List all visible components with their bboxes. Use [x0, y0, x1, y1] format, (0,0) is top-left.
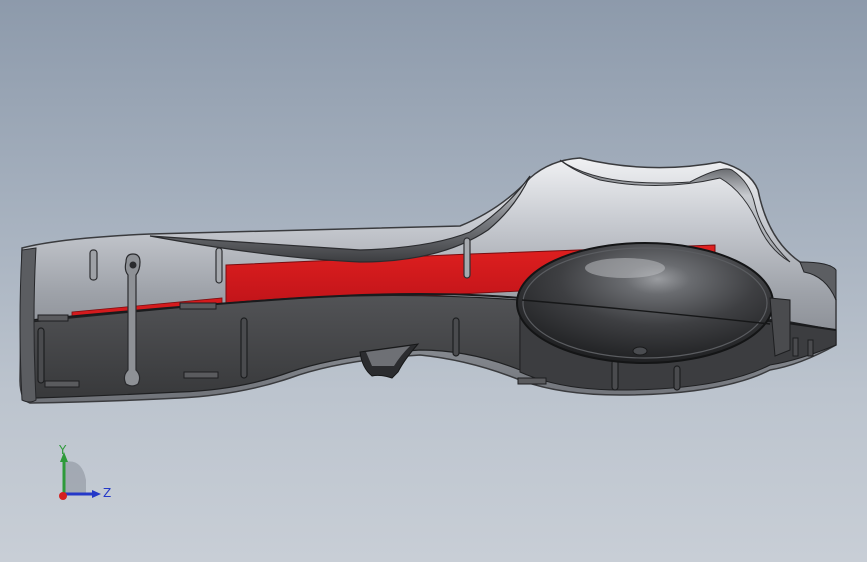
clip-tab [37, 314, 69, 322]
z-axis-label: Z [103, 486, 112, 500]
left-end-cap [19, 247, 37, 403]
rib-slot [463, 237, 471, 279]
clip-tab [517, 377, 547, 385]
rib-slot [673, 365, 681, 391]
rib-slot [807, 339, 814, 357]
clip-tab [44, 380, 80, 388]
rib-slot [240, 317, 248, 379]
rib-slot [452, 317, 460, 357]
clip-tab [183, 371, 219, 379]
rib-slot [215, 247, 223, 284]
oval-pod-highlight [585, 258, 665, 278]
clip-tab [179, 302, 217, 310]
rib-slot [611, 359, 619, 391]
rib-slot [37, 327, 45, 384]
orientation-triad[interactable]: Y Z [48, 440, 118, 510]
rib-slot [89, 249, 98, 281]
oval-pod-screw [632, 346, 648, 356]
3d-model-view[interactable] [0, 0, 867, 562]
graphics-viewport[interactable]: Y Z [0, 0, 867, 562]
key-hole [129, 261, 137, 269]
y-axis-label: Y [59, 443, 67, 457]
rib-slot [792, 337, 799, 357]
